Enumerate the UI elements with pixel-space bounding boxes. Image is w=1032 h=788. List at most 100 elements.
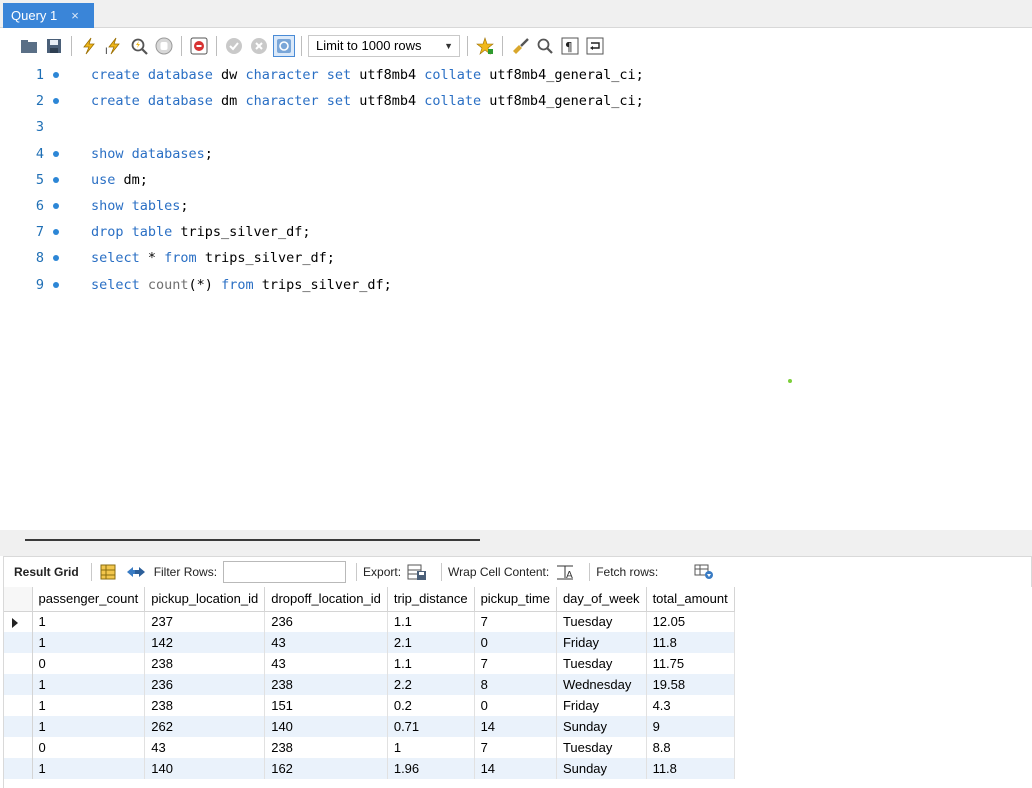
table-cell[interactable]: 140 — [144, 758, 266, 779]
table-cell[interactable]: Friday — [556, 632, 647, 653]
row-header[interactable] — [4, 758, 33, 779]
table-cell[interactable]: 7 — [474, 737, 557, 758]
row-header[interactable] — [4, 716, 33, 737]
table-cell[interactable]: 1 — [387, 737, 475, 758]
splitter-grip[interactable] — [25, 539, 480, 541]
table-cell[interactable]: 8 — [474, 674, 557, 695]
table-cell[interactable]: 1 — [32, 632, 146, 653]
result-grid[interactable]: passenger_count pickup_location_id dropoff… — [3, 587, 1032, 788]
row-header[interactable] — [4, 674, 33, 695]
editor-line[interactable]: 4 show databases; — [0, 143, 1032, 165]
table-cell[interactable]: 12.05 — [646, 611, 735, 632]
wrap-cell-icon[interactable]: A — [555, 562, 575, 582]
table-cell[interactable]: 238 — [144, 695, 266, 716]
table-row[interactable]: 0 43 238 1 7 Tuesday 8.8 — [4, 737, 735, 758]
toggle-stop-on-error-icon[interactable] — [188, 35, 210, 57]
stop-hand-icon[interactable] — [153, 35, 175, 57]
column-header[interactable]: total_amount — [646, 587, 735, 612]
column-header[interactable]: trip_distance — [387, 587, 475, 612]
column-header[interactable]: dropoff_location_id — [264, 587, 388, 612]
table-cell[interactable]: 14 — [474, 758, 557, 779]
table-cell[interactable]: 43 — [264, 632, 388, 653]
table-cell[interactable]: 238 — [264, 737, 388, 758]
table-cell[interactable]: 43 — [144, 737, 266, 758]
table-cell[interactable]: 0 — [474, 695, 557, 716]
table-cell[interactable]: 11.8 — [646, 758, 735, 779]
table-cell[interactable]: 262 — [144, 716, 266, 737]
table-cell[interactable]: Wednesday — [556, 674, 647, 695]
table-cell[interactable]: 1.96 — [387, 758, 475, 779]
table-cell[interactable]: 8.8 — [646, 737, 735, 758]
row-header[interactable] — [4, 653, 33, 674]
table-cell[interactable]: 151 — [264, 695, 388, 716]
find-magnifier-icon[interactable] — [534, 35, 556, 57]
row-header[interactable] — [4, 695, 33, 716]
commit-icon[interactable] — [223, 35, 245, 57]
table-cell[interactable]: 142 — [144, 632, 266, 653]
table-cell[interactable]: 0 — [32, 653, 146, 674]
explain-magnifier-icon[interactable] — [128, 35, 150, 57]
table-cell[interactable]: Tuesday — [556, 653, 647, 674]
editor-line[interactable]: 2 create database dm character set utf8mb… — [0, 90, 1032, 112]
row-header[interactable] — [4, 632, 33, 653]
table-cell[interactable]: 162 — [264, 758, 388, 779]
column-header[interactable]: passenger_count — [32, 587, 146, 612]
table-cell[interactable]: 11.75 — [646, 653, 735, 674]
table-row[interactable]: 1 140 162 1.96 14 Sunday 11.8 — [4, 758, 735, 779]
table-row[interactable]: 1 262 140 0.71 14 Sunday 9 — [4, 716, 735, 737]
column-header[interactable]: pickup_location_id — [144, 587, 266, 612]
filter-rows-input[interactable] — [223, 561, 347, 583]
table-cell[interactable]: Friday — [556, 695, 647, 716]
table-cell[interactable]: 1 — [32, 716, 146, 737]
table-cell[interactable]: 14 — [474, 716, 557, 737]
wrap-lines-icon[interactable] — [584, 35, 606, 57]
execute-current-statement-icon[interactable]: I — [103, 35, 125, 57]
editor-line[interactable]: 1 create database dw character set utf8mb… — [0, 64, 1032, 86]
execute-lightning-icon[interactable] — [78, 35, 100, 57]
invisible-chars-icon[interactable]: ¶ — [559, 35, 581, 57]
add-snippet-star-icon[interactable] — [474, 35, 496, 57]
row-header[interactable] — [4, 611, 33, 632]
row-header[interactable] — [4, 737, 33, 758]
table-cell[interactable]: 236 — [264, 611, 388, 632]
table-row[interactable]: 1 142 43 2.1 0 Friday 11.8 — [4, 632, 735, 653]
table-cell[interactable]: 1 — [32, 674, 146, 695]
fetch-rows-icon[interactable] — [694, 562, 714, 582]
table-cell[interactable]: 43 — [264, 653, 388, 674]
table-cell[interactable]: 1 — [32, 695, 146, 716]
table-cell[interactable]: 11.8 — [646, 632, 735, 653]
column-header[interactable]: day_of_week — [556, 587, 647, 612]
table-cell[interactable]: 236 — [144, 674, 266, 695]
table-cell[interactable]: Sunday — [556, 758, 647, 779]
table-cell[interactable]: 7 — [474, 653, 557, 674]
column-header[interactable]: pickup_time — [474, 587, 557, 612]
open-folder-icon[interactable] — [18, 35, 40, 57]
table-cell[interactable]: 1 — [32, 611, 146, 632]
table-cell[interactable]: 238 — [144, 653, 266, 674]
close-icon[interactable]: × — [71, 8, 79, 23]
autocommit-toggle-icon[interactable] — [273, 34, 295, 57]
editor-line[interactable]: 7 drop table trips_silver_df; — [0, 221, 1032, 243]
grid-view-icon[interactable] — [98, 562, 118, 582]
table-row[interactable]: 1 236 238 2.2 8 Wednesday 19.58 — [4, 674, 735, 695]
save-icon[interactable] — [43, 35, 65, 57]
beautify-brush-icon[interactable] — [509, 35, 531, 57]
limit-rows-select[interactable]: Limit to 1000 rows ▼ — [308, 34, 460, 57]
table-cell[interactable]: 0 — [32, 737, 146, 758]
editor-line[interactable]: 9 select count(*) from trips_silver_df; — [0, 274, 1032, 296]
table-cell[interactable]: 19.58 — [646, 674, 735, 695]
table-cell[interactable]: 2.1 — [387, 632, 475, 653]
table-row[interactable]: 1 238 151 0.2 0 Friday 4.3 — [4, 695, 735, 716]
editor-line[interactable]: 3 — [0, 116, 1032, 138]
table-cell[interactable]: 140 — [264, 716, 388, 737]
table-cell[interactable]: 0 — [474, 632, 557, 653]
table-cell[interactable]: 2.2 — [387, 674, 475, 695]
table-cell[interactable]: Sunday — [556, 716, 647, 737]
table-cell[interactable]: 7 — [474, 611, 557, 632]
table-cell[interactable]: 237 — [144, 611, 266, 632]
rollback-icon[interactable] — [248, 35, 270, 57]
table-cell[interactable]: 9 — [646, 716, 735, 737]
table-cell[interactable]: Tuesday — [556, 611, 647, 632]
table-cell[interactable]: 4.3 — [646, 695, 735, 716]
result-grid-tab[interactable]: Result Grid — [14, 565, 79, 579]
